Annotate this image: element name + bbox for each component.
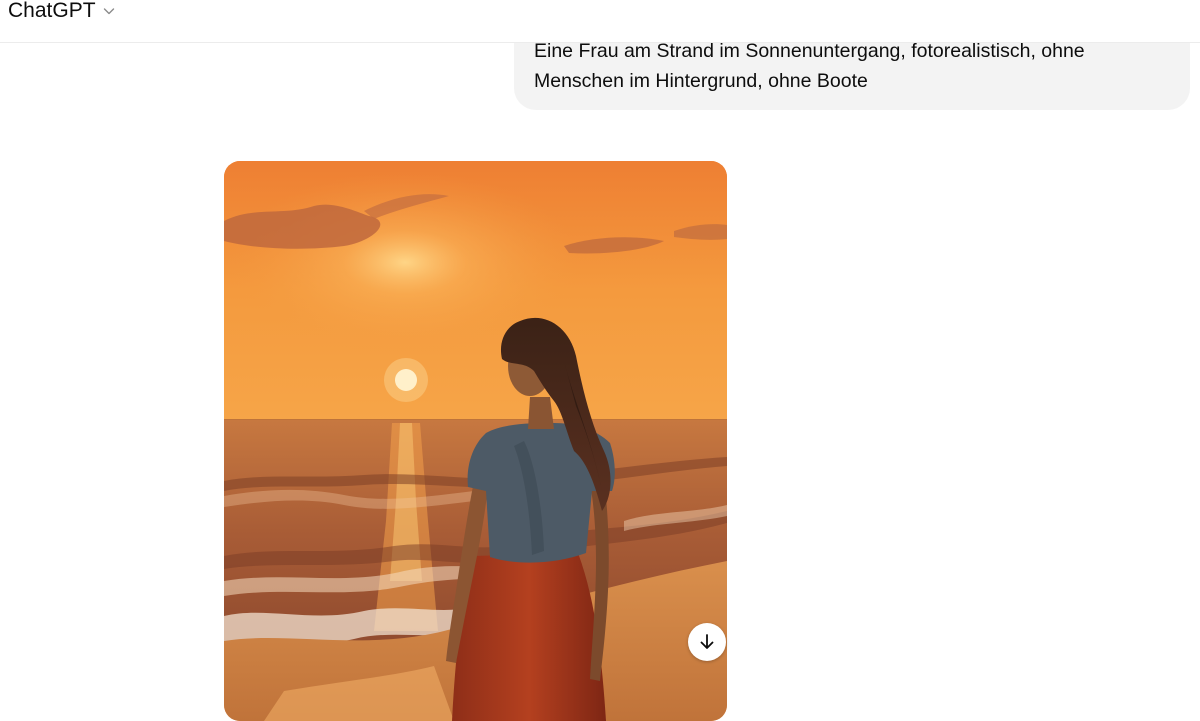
download-arrow-icon: [700, 634, 714, 649]
download-button[interactable]: [688, 623, 726, 661]
model-name: ChatGPT: [8, 0, 96, 22]
user-message-line: Menschen im Hintergrund, ohne Boote: [534, 70, 868, 92]
top-bar: ChatGPT: [0, 0, 1200, 43]
generated-image[interactable]: [224, 161, 727, 721]
chevron-down-icon: [103, 8, 114, 15]
beach-sunset-image: [224, 161, 727, 721]
model-switcher[interactable]: ChatGPT: [0, 0, 124, 28]
